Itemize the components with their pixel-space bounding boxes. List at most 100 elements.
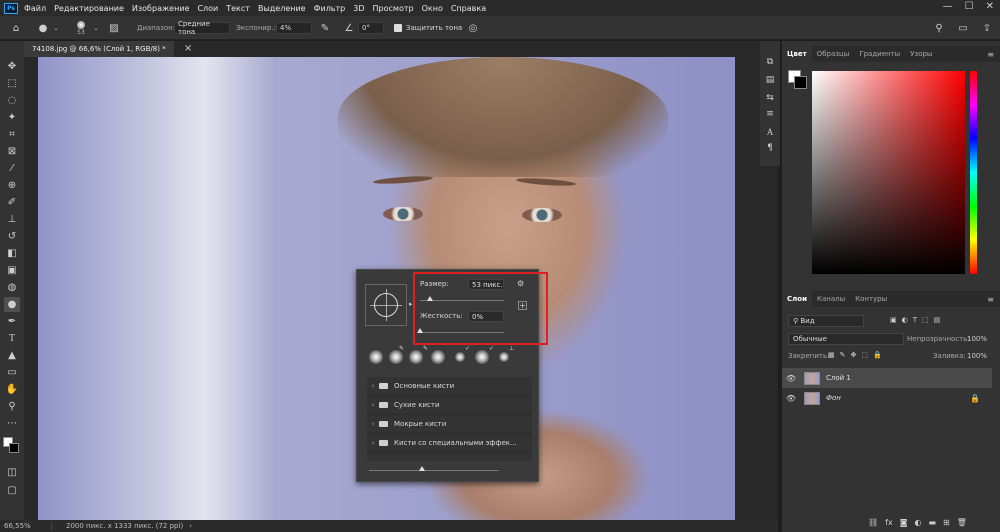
layer-filter-select[interactable]: ⚲ Вид [788, 315, 864, 327]
eraser-tool-icon[interactable]: ◧ [4, 246, 20, 261]
healing-brush-tool-icon[interactable]: ⊕ [4, 178, 20, 193]
delete-layer-icon[interactable]: 🗑 [957, 518, 967, 527]
brush-group-special-effects[interactable]: › Кисти со специальными эффек... [367, 434, 532, 453]
menu-3d[interactable]: 3D [353, 4, 364, 13]
chevron-down-icon[interactable]: ⌄ [52, 16, 60, 40]
quick-mask-icon[interactable]: ◫ [4, 465, 20, 480]
menu-view[interactable]: Просмотр [373, 4, 414, 13]
more-tools-icon[interactable]: ⋯ [4, 416, 20, 431]
panel-menu-icon[interactable]: ≡ [987, 295, 994, 304]
menu-type[interactable]: Текст [226, 4, 250, 13]
eyedropper-tool-icon[interactable]: ⁄ [4, 161, 20, 176]
layer-name[interactable]: Слой 1 [826, 374, 851, 382]
adjustments-panel-icon[interactable]: ⇆ [763, 91, 777, 105]
color-swatches[interactable] [3, 437, 19, 453]
hue-slider[interactable] [970, 71, 977, 274]
screen-mode-icon[interactable]: ▢ [4, 483, 20, 498]
search-icon[interactable]: ⚲ [932, 16, 946, 40]
recent-brush-1[interactable] [369, 350, 383, 364]
tab-channels[interactable]: Каналы [812, 291, 850, 307]
menu-edit[interactable]: Редактирование [54, 4, 124, 13]
brush-settings-panel-icon[interactable]: ≡ [763, 107, 777, 121]
recent-brush-7[interactable] [499, 352, 509, 362]
preview-size-slider-thumb[interactable] [419, 466, 425, 471]
layer-row-1[interactable]: 👁 Слой 1 [782, 368, 992, 388]
status-menu-arrow-icon[interactable]: › [189, 522, 192, 530]
range-select[interactable]: Средние тона [174, 20, 230, 36]
eye-icon[interactable]: 👁 [782, 374, 800, 383]
document-tab[interactable]: 74108.jpg @ 66,6% (Слой 1, RGB/8) * [24, 41, 174, 57]
menu-select[interactable]: Выделение [258, 4, 306, 13]
menu-file[interactable]: Файл [24, 4, 46, 13]
menu-image[interactable]: Изображение [132, 4, 190, 13]
paint-bucket-tool-icon[interactable]: ▣ [4, 263, 20, 278]
path-selection-tool-icon[interactable]: ▲ [4, 348, 20, 363]
angle-field[interactable]: 0° [358, 22, 384, 34]
home-icon[interactable]: ⌂ [8, 16, 24, 40]
maximize-button[interactable]: ☐ [965, 1, 974, 12]
pressure-size-icon[interactable]: ◎ [466, 16, 480, 40]
layer-filter-icons[interactable]: ▣◐T⬚▤ [890, 316, 945, 324]
chevron-down-icon[interactable]: ⌄ [92, 16, 100, 40]
lock-icons[interactable]: ▦✎✥⬚🔒 [828, 351, 887, 359]
brush-tool-icon[interactable]: ✐ [4, 195, 20, 210]
move-tool-icon[interactable]: ✥ [4, 59, 20, 74]
brush-preset-picker[interactable]: 53 [72, 16, 90, 40]
marquee-tool-icon[interactable]: ⬚ [4, 76, 20, 91]
minimize-button[interactable]: — [943, 1, 953, 12]
new-layer-icon[interactable]: ⊞ [943, 518, 950, 527]
recent-brush-6[interactable] [475, 350, 489, 364]
brush-group-basic[interactable]: › Основные кисти [367, 377, 532, 396]
hand-tool-icon[interactable]: ✋ [4, 382, 20, 397]
layer-row-background[interactable]: 👁 Фон 🔒 [782, 388, 992, 408]
recent-brush-3[interactable] [409, 350, 423, 364]
zoom-level[interactable]: 66,55% [0, 522, 52, 530]
color-field[interactable] [812, 71, 965, 274]
blur-tool-icon[interactable]: ◍ [4, 280, 20, 295]
layer-name[interactable]: Фон [826, 394, 841, 402]
crop-tool-icon[interactable]: ⌗ [4, 127, 20, 142]
adjustment-layer-icon[interactable]: ◐ [914, 518, 921, 527]
tab-color[interactable]: Цвет [782, 46, 812, 62]
exposure-field[interactable]: 4% [276, 22, 312, 34]
type-tool-icon[interactable]: T [4, 331, 20, 346]
background-color-swatch[interactable] [9, 443, 19, 453]
brush-group-dry[interactable]: › Сухие кисти [367, 396, 532, 415]
link-layers-icon[interactable]: ⛓ [868, 518, 878, 527]
brush-group-wet[interactable]: › Мокрые кисти [367, 415, 532, 434]
eye-icon[interactable]: 👁 [782, 394, 800, 403]
fx-icon[interactable]: fx [885, 518, 893, 527]
blend-mode-select[interactable]: Обычные [788, 333, 904, 345]
tab-swatches[interactable]: Образцы [812, 46, 855, 62]
preview-size-slider-track[interactable] [369, 470, 499, 471]
lasso-tool-icon[interactable]: ◌ [4, 93, 20, 108]
history-panel-icon[interactable]: ⧉ [763, 55, 777, 69]
recent-brush-4[interactable] [431, 350, 445, 364]
burn-tool-preset-icon[interactable]: ● [36, 16, 50, 40]
tab-paths[interactable]: Контуры [850, 291, 892, 307]
menu-help[interactable]: Справка [451, 4, 486, 13]
airbrush-icon[interactable]: ✎ [318, 16, 332, 40]
burn-tool-icon[interactable]: ● [4, 297, 20, 312]
protect-tones-checkbox[interactable] [394, 24, 402, 32]
panel-menu-icon[interactable]: ≡ [987, 50, 994, 59]
paragraph-panel-icon[interactable]: ¶ [763, 141, 777, 155]
history-brush-tool-icon[interactable]: ↺ [4, 229, 20, 244]
tab-gradients[interactable]: Градиенты [854, 46, 905, 62]
menu-layers[interactable]: Слои [197, 4, 218, 13]
close-tab-icon[interactable]: × [184, 43, 192, 54]
menu-window[interactable]: Окно [422, 4, 443, 13]
workspace-icon[interactable]: ▭ [956, 16, 970, 40]
recent-brush-5[interactable] [455, 352, 465, 362]
close-window-button[interactable]: ✕ [986, 1, 994, 12]
menu-filter[interactable]: Фильтр [314, 4, 346, 13]
clone-stamp-tool-icon[interactable]: ⊥ [4, 212, 20, 227]
rectangle-tool-icon[interactable]: ▭ [4, 365, 20, 380]
recent-brush-2[interactable] [389, 350, 403, 364]
tab-layers[interactable]: Слои [782, 291, 812, 307]
share-icon[interactable]: ⇪ [980, 16, 994, 40]
brush-settings-icon[interactable]: ▨ [108, 16, 120, 40]
pen-tool-icon[interactable]: ✒ [4, 314, 20, 329]
character-panel-icon[interactable]: A [763, 125, 777, 139]
fill-value[interactable]: 100% [967, 352, 987, 360]
